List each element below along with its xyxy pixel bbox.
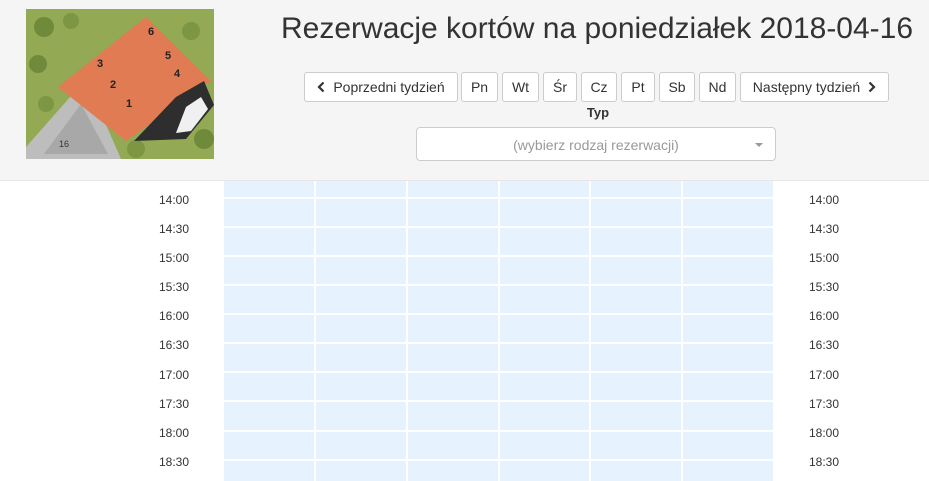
prev-week-button[interactable]: Poprzedni tydzień xyxy=(304,72,458,102)
day-button-sr[interactable]: Śr xyxy=(543,72,577,102)
next-week-label: Następny tydzień xyxy=(752,79,861,95)
reservation-type-placeholder: (wybierz rodzaj rezerwacji) xyxy=(513,137,679,153)
time-label-left: 14:30 xyxy=(158,222,190,236)
next-week-button[interactable]: Następny tydzień xyxy=(740,72,889,102)
court-5-label: 5 xyxy=(165,50,171,62)
row-divider xyxy=(224,400,773,402)
row-divider xyxy=(224,430,773,432)
time-label-left: 18:00 xyxy=(158,426,190,440)
court-2-label: 2 xyxy=(110,79,116,91)
court-3-label: 3 xyxy=(97,58,103,70)
type-label: Typ xyxy=(586,105,610,120)
time-label-left: 15:00 xyxy=(158,251,190,265)
row-divider xyxy=(224,255,773,257)
time-label-right: 18:30 xyxy=(808,455,840,469)
row-divider xyxy=(224,226,773,228)
time-label-left: 14:00 xyxy=(158,193,190,207)
time-label-left: 17:30 xyxy=(158,397,190,411)
day-button-wt[interactable]: Wt xyxy=(502,72,539,102)
day-button-pt[interactable]: Pt xyxy=(621,72,655,102)
court-16-label: 16 xyxy=(59,139,69,149)
time-label-right: 17:30 xyxy=(808,397,840,411)
time-label-right: 18:00 xyxy=(808,426,840,440)
court-6-label: 6 xyxy=(148,26,154,38)
page-header: 1 2 3 4 5 6 16 Rezerwacje kortów na poni… xyxy=(0,0,929,181)
page-title: Rezerwacje kortów na poniedziałek 2018-0… xyxy=(281,12,914,45)
reservation-type-select[interactable]: (wybierz rodzaj rezerwacji) xyxy=(416,127,776,161)
time-label-right: 16:00 xyxy=(808,309,840,323)
day-button-sb[interactable]: Sb xyxy=(659,72,695,102)
chevron-right-icon xyxy=(868,81,876,93)
time-label-right: 17:00 xyxy=(808,368,840,382)
time-label-left: 18:30 xyxy=(158,455,190,469)
row-divider xyxy=(224,342,773,344)
row-divider xyxy=(224,459,773,461)
day-button-cz[interactable]: Cz xyxy=(581,72,617,102)
court-1-label: 1 xyxy=(126,98,132,110)
caret-down-icon xyxy=(755,143,763,147)
schedule-grid[interactable] xyxy=(224,181,773,481)
time-label-right: 15:00 xyxy=(808,251,840,265)
time-label-right: 16:30 xyxy=(808,338,840,352)
time-label-left: 16:30 xyxy=(158,338,190,352)
time-label-right: 15:30 xyxy=(808,280,840,294)
time-label-left: 16:00 xyxy=(158,309,190,323)
row-divider xyxy=(224,371,773,373)
club-logo: 1 2 3 4 5 6 16 xyxy=(26,9,214,159)
aerial-map-icon: 1 2 3 4 5 6 16 xyxy=(26,9,214,159)
row-divider xyxy=(224,284,773,286)
prev-week-label: Poprzedni tydzień xyxy=(333,79,445,95)
chevron-left-icon xyxy=(317,81,325,93)
row-divider xyxy=(224,197,773,199)
row-divider xyxy=(224,313,773,315)
day-button-pn[interactable]: Pn xyxy=(461,72,498,102)
time-label-left: 17:00 xyxy=(158,368,190,382)
time-label-right: 14:30 xyxy=(808,222,840,236)
day-button-nd[interactable]: Nd xyxy=(699,72,736,102)
court-4-label: 4 xyxy=(174,68,181,80)
time-label-right: 14:00 xyxy=(808,193,840,207)
time-label-left: 15:30 xyxy=(158,280,190,294)
